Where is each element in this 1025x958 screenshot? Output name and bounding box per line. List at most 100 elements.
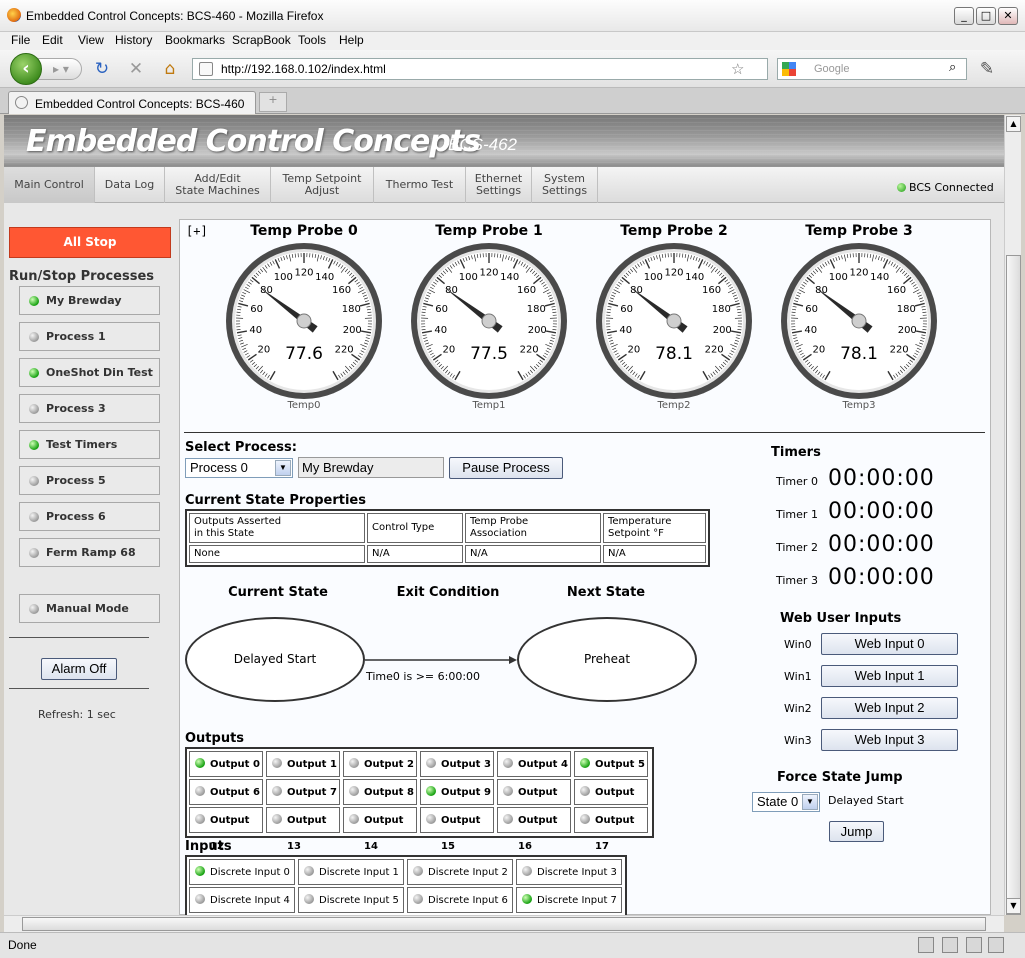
process-select[interactable]: Process 0 ▼ — [185, 458, 293, 478]
temperature-gauge: 20 40 60 80 100 120 140 160 180 200 220 77.6 — [225, 242, 383, 400]
nav-state-machines[interactable]: Add/Edit State Machines — [165, 167, 271, 203]
browser-tab[interactable]: Embedded Control Concepts: BCS-460 — [8, 91, 256, 114]
expand-toggle[interactable]: [+] — [186, 224, 208, 238]
status-led-icon — [29, 440, 39, 450]
process-button[interactable]: Process 5 — [19, 466, 160, 495]
nav-system-settings[interactable]: System Settings — [532, 167, 598, 203]
menu-bookmarks[interactable]: Bookmarks — [165, 33, 225, 47]
maximize-button[interactable]: □ — [976, 7, 996, 25]
menu-scrapbook[interactable]: ScrapBook — [232, 33, 291, 47]
force-state-select[interactable]: State 0 ▼ — [752, 792, 820, 812]
exit-condition-label: Exit Condition — [396, 585, 500, 600]
process-button[interactable]: OneShot Din Test — [19, 358, 160, 387]
horizontal-scroll-thumb[interactable] — [22, 917, 986, 931]
menu-edit[interactable]: Edit — [42, 33, 63, 47]
bookmark-star-icon[interactable]: ☆ — [731, 60, 744, 78]
pause-process-button[interactable]: Pause Process — [449, 457, 563, 479]
nav-temp-setpoint[interactable]: Temp Setpoint Adjust — [271, 167, 374, 203]
menu-file[interactable]: File — [11, 33, 30, 47]
manual-mode-button[interactable]: Manual Mode — [19, 594, 160, 623]
web-input-button[interactable]: Web Input 2 — [821, 697, 958, 719]
process-button[interactable]: Test Timers — [19, 430, 160, 459]
menu-tools[interactable]: Tools — [298, 33, 326, 47]
pdf-icon[interactable] — [942, 937, 958, 953]
process-button[interactable]: Process 1 — [19, 322, 160, 351]
output-indicator: Output 1 — [266, 751, 340, 777]
process-button[interactable]: Process 6 — [19, 502, 160, 531]
minimize-button[interactable]: _ — [954, 7, 974, 25]
nav-main-control[interactable]: Main Control — [4, 167, 95, 203]
page-viewport: Embedded Control Concepts BCS-462 Main C… — [4, 115, 1004, 915]
output-indicator: Output 8 — [343, 779, 417, 805]
bookmark-panel-icon[interactable] — [966, 937, 982, 953]
web-input-button[interactable]: Web Input 0 — [821, 633, 958, 655]
nav-thermo-test[interactable]: Thermo Test — [374, 167, 466, 203]
nav-ethernet-settings[interactable]: Ethernet Settings — [466, 167, 532, 203]
home-icon[interactable]: ⌂ — [160, 60, 180, 80]
manual-mode-label: Manual Mode — [46, 602, 129, 615]
status-led-icon — [272, 758, 282, 768]
input-indicator: Discrete Input 7 — [516, 887, 622, 913]
status-led-icon — [503, 758, 513, 768]
scroll-up-icon[interactable]: ▲ — [1006, 116, 1021, 132]
gauge-tick-label: 220 — [335, 345, 354, 356]
gauge-tick-label: 60 — [620, 304, 633, 315]
new-tab-button[interactable]: + — [259, 92, 287, 112]
divider — [9, 688, 149, 689]
addon-icon[interactable] — [918, 937, 934, 953]
menu-view[interactable]: View — [78, 33, 104, 47]
page-banner: Embedded Control Concepts BCS-462 — [4, 115, 1004, 167]
status-bar: Done — [0, 932, 1025, 958]
search-box[interactable]: Google ⌕ — [777, 58, 967, 80]
output-indicator: Output 2 — [343, 751, 417, 777]
web-input-button[interactable]: Web Input 3 — [821, 729, 958, 751]
all-stop-button[interactable]: All Stop — [9, 227, 171, 258]
output-indicator: Output 4 — [497, 751, 571, 777]
close-button[interactable]: ✕ — [998, 7, 1018, 25]
alarm-off-button[interactable]: Alarm Off — [41, 658, 117, 680]
process-button[interactable]: Process 3 — [19, 394, 160, 423]
header-line: Control Type — [372, 522, 435, 533]
magnifier-icon[interactable]: ⌕ — [949, 60, 956, 75]
status-led-icon — [29, 548, 39, 558]
outputs-grid: Output 0 Output 1 Output 2 Output 3 Output 4… — [185, 747, 654, 852]
menubar: File Edit View History Bookmarks ScrapBo… — [0, 32, 1025, 50]
scroll-down-icon[interactable]: ▼ — [1006, 898, 1021, 914]
header-temperature-setpoint: Temperature Setpoint °F — [603, 513, 706, 543]
output-indicator: Output 10 — [497, 779, 571, 824]
input-label: Discrete Input 0 — [210, 867, 290, 878]
output-indicator: Output 7 — [266, 779, 340, 805]
menu-history[interactable]: History — [115, 33, 152, 47]
forward-button[interactable]: ▸ ▾ — [38, 58, 82, 80]
web-input-button[interactable]: Web Input 1 — [821, 665, 958, 687]
output-indicator: Output 13 — [266, 807, 340, 852]
gauge-tick-label: 100 — [829, 272, 848, 283]
nav-data-log[interactable]: Data Log — [95, 167, 165, 203]
process-label: My Brewday — [46, 294, 122, 307]
url-bar[interactable]: http://192.168.0.102/index.html ☆ — [192, 58, 768, 80]
horizontal-scrollbar[interactable] — [4, 915, 1004, 932]
input-indicator: Discrete Input 3 — [516, 859, 622, 885]
gauge-tick-label: 140 — [315, 272, 334, 283]
next-state-oval: Preheat — [517, 617, 697, 702]
jump-button[interactable]: Jump — [829, 821, 884, 842]
status-led-icon — [503, 786, 513, 796]
gauge-tick-label: 160 — [887, 285, 906, 296]
extension-icon[interactable] — [988, 937, 1004, 953]
process-button[interactable]: My Brewday — [19, 286, 160, 315]
status-led-icon — [272, 786, 282, 796]
header-control-type: Control Type — [367, 513, 463, 543]
menu-help[interactable]: Help — [339, 33, 364, 47]
header-line: Temp Probe — [470, 516, 529, 527]
input-label: Discrete Input 6 — [428, 895, 508, 906]
stop-icon[interactable]: ✕ — [126, 60, 146, 80]
scrapbook-icon[interactable]: ✎ — [977, 60, 997, 80]
back-button[interactable]: ‹ — [10, 53, 42, 85]
output-indicator: Output 9 — [420, 779, 494, 805]
vertical-scroll-thumb[interactable] — [1006, 255, 1021, 915]
vertical-scrollbar[interactable]: ▲ ▼ — [1004, 115, 1021, 915]
process-button[interactable]: Ferm Ramp 68 — [19, 538, 160, 567]
gauge-tick-label: 160 — [517, 285, 536, 296]
output-indicator: Output 15 — [420, 807, 494, 852]
reload-icon[interactable]: ↻ — [92, 60, 112, 80]
